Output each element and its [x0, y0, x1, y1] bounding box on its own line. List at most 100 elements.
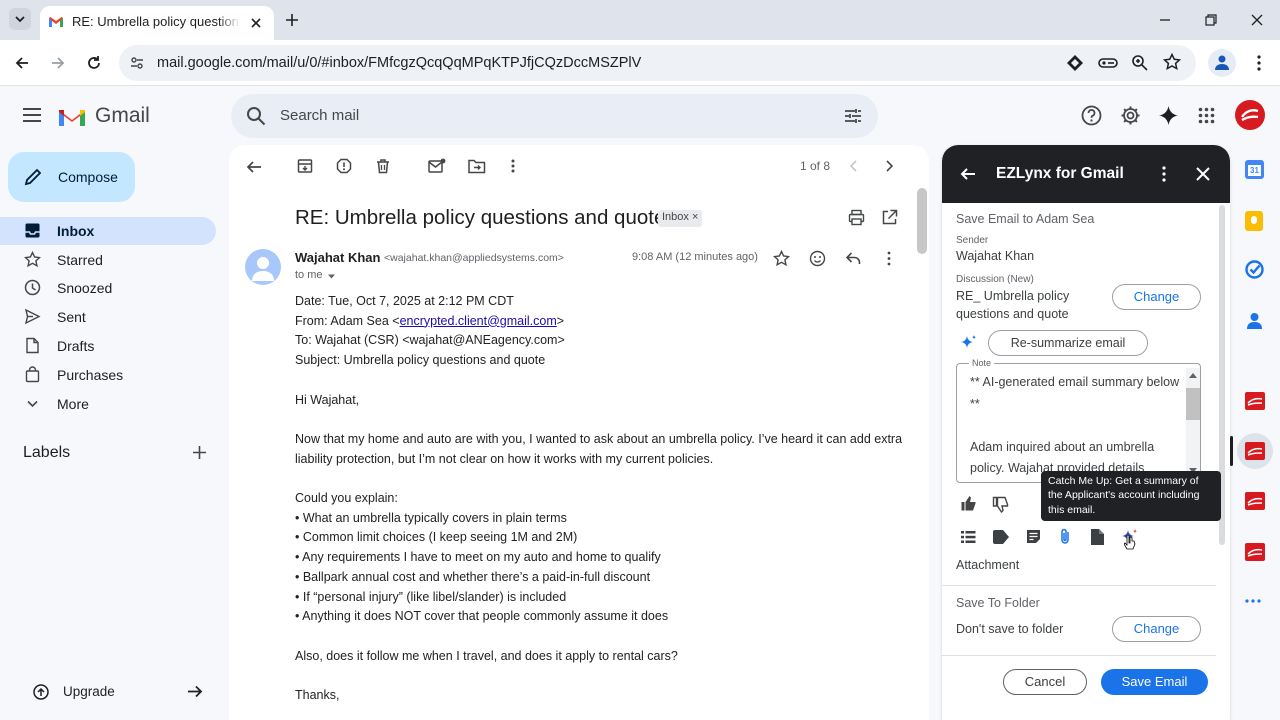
- message-more-icon[interactable]: [885, 250, 893, 267]
- back-arrow-icon[interactable]: [959, 165, 977, 183]
- chevron-down-icon: [27, 400, 38, 408]
- minimize-icon[interactable]: [1157, 12, 1173, 28]
- url-text: mail.google.com/mail/u/0/#inbox/FMfcgzQc…: [157, 55, 642, 71]
- resummarize-button[interactable]: Re-summarize email: [988, 330, 1148, 356]
- search-icon[interactable]: [246, 106, 266, 126]
- emoji-reaction-icon[interactable]: [809, 250, 826, 267]
- archive-icon[interactable]: [297, 158, 313, 174]
- mark-unread-icon[interactable]: [428, 158, 446, 174]
- main-menu-icon[interactable]: [22, 106, 42, 124]
- note-scroll-thumb[interactable]: [1186, 388, 1200, 420]
- note-text[interactable]: ** AI-generated email summary below ** A…: [970, 372, 1180, 478]
- tab-search-button[interactable]: [9, 8, 31, 30]
- header-from: From: Adam Sea <encrypted.client@gmail.c…: [295, 313, 565, 328]
- report-spam-icon[interactable]: [336, 158, 352, 174]
- upgrade-button[interactable]: Upgrade: [0, 678, 216, 706]
- ezlynx-addon-icon[interactable]: [1245, 543, 1265, 561]
- search-input[interactable]: Search mail: [280, 107, 359, 124]
- nav-drafts[interactable]: Drafts: [0, 332, 216, 360]
- note-textarea[interactable]: Note ** AI-generated email summary below…: [956, 358, 1201, 483]
- cancel-button[interactable]: Cancel: [1003, 669, 1087, 695]
- close-tab-icon[interactable]: [248, 15, 264, 31]
- save-email-button[interactable]: Save Email: [1101, 669, 1208, 695]
- apps-grid-icon[interactable]: [1198, 107, 1215, 124]
- list-icon[interactable]: [961, 530, 976, 544]
- bullet-item: • Common limit choices (I keep seeing 1M…: [295, 530, 578, 545]
- change-discussion-button[interactable]: Change: [1112, 284, 1201, 310]
- document-icon[interactable]: [1091, 529, 1104, 545]
- profile-avatar[interactable]: [1208, 49, 1236, 77]
- ezlynx-addon-icon[interactable]: [1245, 492, 1265, 510]
- show-details-icon[interactable]: [327, 272, 336, 281]
- from-email-link[interactable]: encrypted.client@gmail.com: [400, 314, 557, 328]
- remove-label-icon[interactable]: ×: [692, 211, 698, 223]
- ezlynx-addon-active[interactable]: [1237, 433, 1273, 469]
- save-to-folder-heading: Save To Folder: [956, 596, 1040, 610]
- chrome-menu-icon[interactable]: [1251, 54, 1267, 72]
- nav-starred[interactable]: Starred: [0, 246, 216, 274]
- scroll-up-icon[interactable]: [1189, 372, 1197, 378]
- search-bar[interactable]: Search mail: [231, 94, 878, 138]
- sender-name[interactable]: Wajahat Khan: [295, 250, 380, 265]
- close-icon[interactable]: [1195, 166, 1211, 182]
- restore-icon[interactable]: [1203, 12, 1219, 28]
- email-scrollbar[interactable]: [917, 188, 927, 254]
- calendar-icon[interactable]: 31: [1245, 160, 1264, 179]
- note-icon[interactable]: [1026, 529, 1041, 544]
- nav-purchases[interactable]: Purchases: [0, 361, 216, 389]
- nav-more[interactable]: More: [0, 390, 216, 418]
- more-options-icon[interactable]: [508, 158, 518, 174]
- star-icon[interactable]: [773, 250, 790, 267]
- settings-gear-icon[interactable]: [1120, 105, 1141, 126]
- nav-snoozed[interactable]: Snoozed: [0, 274, 216, 302]
- more-addons-icon[interactable]: [1245, 598, 1261, 604]
- ezlynx-menu-icon[interactable]: [1160, 165, 1168, 183]
- search-options-icon[interactable]: [843, 106, 863, 126]
- tag-icon[interactable]: [993, 530, 1009, 544]
- new-tab-icon[interactable]: [284, 12, 300, 28]
- inbox-chip[interactable]: Inbox ×: [658, 210, 703, 227]
- add-label-icon[interactable]: [192, 445, 207, 460]
- reply-icon[interactable]: [845, 250, 862, 267]
- bullet-item: • Anything it does NOT cover that people…: [295, 609, 669, 624]
- change-folder-button[interactable]: Change: [1112, 616, 1201, 642]
- gmail-logo[interactable]: Gmail: [57, 102, 177, 130]
- account-avatar[interactable]: [1235, 100, 1265, 130]
- thumbs-down-icon[interactable]: [992, 496, 1009, 513]
- print-icon[interactable]: [848, 209, 865, 226]
- catch-me-up-tooltip: Catch Me Up: Get a summary of the Applic…: [1041, 471, 1221, 521]
- address-bar[interactable]: mail.google.com/mail/u/0/#inbox/FMfcgzQc…: [119, 45, 1196, 81]
- help-icon[interactable]: [1081, 105, 1102, 126]
- forward-arrow-icon[interactable]: [49, 54, 67, 72]
- close-window-icon[interactable]: [1249, 12, 1265, 28]
- could-you-explain: Could you explain:: [295, 490, 398, 505]
- extension-diamond-icon[interactable]: [1066, 54, 1084, 72]
- tasks-icon[interactable]: [1245, 260, 1264, 279]
- delete-icon[interactable]: [375, 158, 391, 174]
- browser-tab-active[interactable]: RE: Umbrella policy questions a: [40, 6, 274, 40]
- password-key-icon[interactable]: [1098, 54, 1118, 72]
- note-scrollbar[interactable]: [1186, 368, 1200, 480]
- zoom-icon[interactable]: [1131, 54, 1149, 72]
- attachment-paperclip-icon[interactable]: [1059, 528, 1071, 545]
- header-subject: Subject: Umbrella policy questions and q…: [295, 353, 546, 368]
- move-to-icon[interactable]: [468, 158, 486, 174]
- gemini-sparkle-icon[interactable]: [1158, 105, 1179, 126]
- upgrade-label: Upgrade: [63, 684, 115, 699]
- ezlynx-addon-icon[interactable]: [1245, 392, 1265, 410]
- back-arrow-icon[interactable]: [13, 54, 31, 72]
- older-chevron-icon[interactable]: [882, 158, 896, 174]
- reload-icon[interactable]: [85, 54, 103, 72]
- keep-icon[interactable]: [1245, 211, 1263, 231]
- nav-sent[interactable]: Sent: [0, 303, 216, 331]
- newer-chevron-icon[interactable]: [847, 158, 861, 174]
- thumbs-up-icon[interactable]: [960, 495, 977, 512]
- contacts-icon[interactable]: [1245, 311, 1264, 330]
- back-to-inbox-icon[interactable]: [246, 159, 262, 175]
- site-settings-icon[interactable]: [129, 55, 145, 71]
- open-new-window-icon[interactable]: [881, 209, 898, 226]
- sender-avatar[interactable]: [245, 249, 281, 285]
- bookmark-star-icon[interactable]: [1163, 53, 1181, 71]
- nav-inbox[interactable]: Inbox: [0, 217, 216, 245]
- compose-button[interactable]: Compose: [8, 152, 135, 202]
